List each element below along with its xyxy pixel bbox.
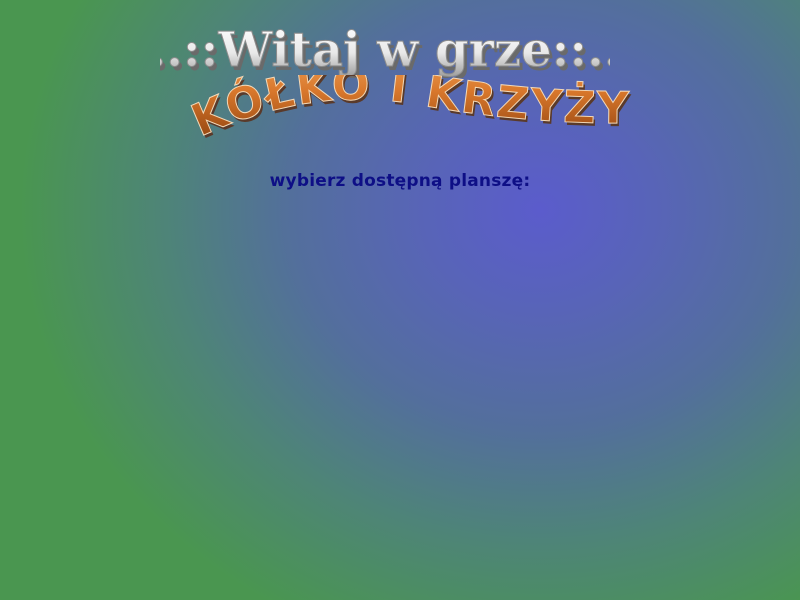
welcome-wordart: ..::Witaj w grze::.. ..::Witaj w grze::.… bbox=[160, 22, 610, 79]
choose-board-prompt: wybierz dostępną planszę: bbox=[269, 171, 531, 191]
welcome-heading: ..::Witaj w grze::.. ..::Witaj w grze::.… bbox=[160, 8, 610, 79]
game-title-heading: KÓŁKO I KRZYŻYK KÓŁKO I KRZYŻYK bbox=[190, 75, 660, 155]
game-title-wordart: KÓŁKO I KRZYŻYK KÓŁKO I KRZYŻYK bbox=[190, 75, 631, 150]
game-title-text: KÓŁKO I KRZYŻYK bbox=[190, 75, 631, 147]
board-list bbox=[200, 210, 600, 570]
welcome-text: ..::Witaj w grze::.. bbox=[160, 22, 610, 78]
